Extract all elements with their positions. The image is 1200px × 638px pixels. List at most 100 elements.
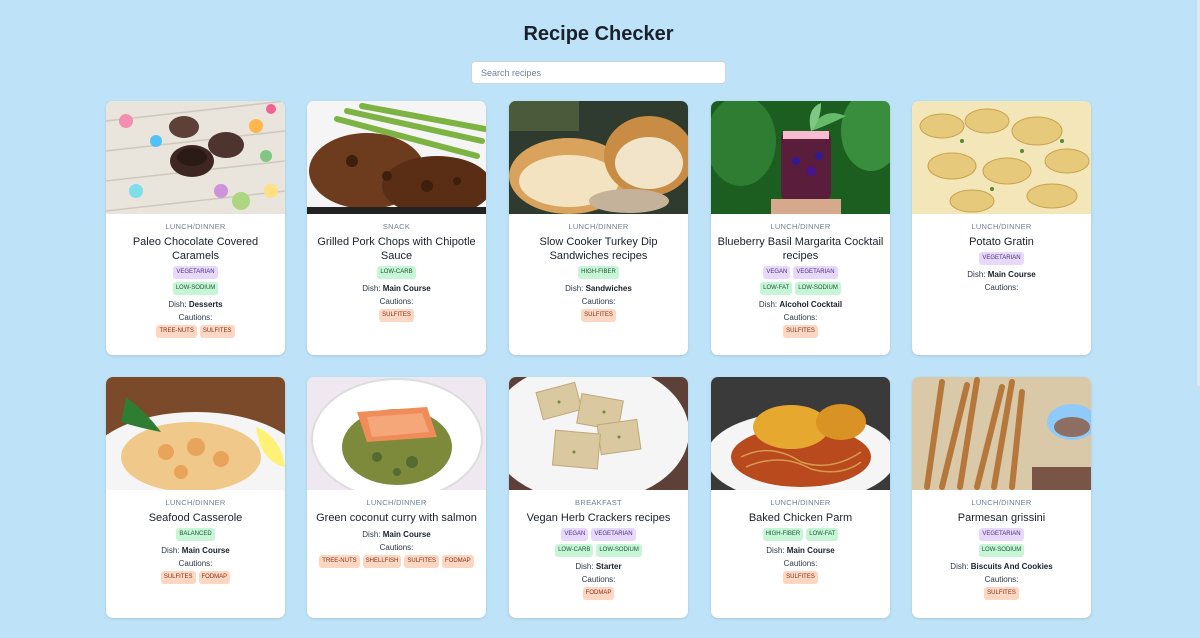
pork-chops-photo xyxy=(307,101,486,214)
caution-label-badge: SULFITES xyxy=(379,309,414,322)
caution-label-badge: TREE-NUTS xyxy=(319,555,360,568)
dish-label: Dish: xyxy=(758,300,780,309)
cautions-label: Cautions: xyxy=(581,297,616,306)
meal-type: LUNCH/DINNER xyxy=(971,222,1032,231)
meal-type: LUNCH/DINNER xyxy=(568,222,629,231)
tag-group: LOW-CARB xyxy=(313,266,480,279)
health-label-badge: VEGAN xyxy=(763,266,791,279)
dish-type: Dish: Main Course xyxy=(313,284,480,293)
dish-label: Dish: xyxy=(161,546,182,555)
meal-type: LUNCH/DINNER xyxy=(770,498,831,507)
tag-group: TREE-NUTS SHELLFISH SULFITES FODMAP xyxy=(313,555,480,568)
dish-label: Dish: xyxy=(362,284,383,293)
recipe-card[interactable]: LUNCH/DINNER Potato Gratin VEGETARIAN Dish:… xyxy=(912,101,1091,355)
tag-group: LOW-CARB LOW-SODIUM xyxy=(515,544,682,557)
tag-group: BALANCED xyxy=(112,528,279,541)
dish-value: Sandwiches xyxy=(585,284,632,293)
meal-type: LUNCH/DINNER xyxy=(770,222,831,231)
recipe-card[interactable]: LUNCH/DINNER Slow Cooker Turkey Dip Sandw… xyxy=(509,101,688,355)
dish-label: Dish: xyxy=(168,300,189,309)
tag-group: SULFITES xyxy=(918,587,1085,600)
caution-label-badge: TREE-NUTS xyxy=(156,325,197,338)
recipe-name[interactable]: Grilled Pork Chops with Chipotle Sauce xyxy=(313,235,480,263)
cautions-label: Cautions: xyxy=(178,313,213,322)
caution-label-badge: FODMAP xyxy=(198,571,231,584)
dish-type: Dish: Alcohol Cocktail xyxy=(717,300,884,309)
dish-value: Alcohol Cocktail xyxy=(779,300,843,309)
recipe-name[interactable]: Potato Gratin xyxy=(918,235,1085,249)
health-label-badge: VEGETARIAN xyxy=(979,528,1024,541)
dish-value: Starter xyxy=(595,562,622,571)
tag-group: VEGAN VEGETARIAN xyxy=(515,528,682,541)
recipe-card[interactable]: LUNCH/DINNER Baked Chicken Parm HIGH-FIBER… xyxy=(711,377,890,618)
diet-label-badge: BALANCED xyxy=(176,528,215,541)
tag-group: SULFITES xyxy=(515,309,682,322)
recipe-name[interactable]: Baked Chicken Parm xyxy=(717,511,884,525)
recipe-card[interactable]: LUNCH/DINNER Paleo Chocolate Covered Cara… xyxy=(106,101,285,355)
chocolate-cups-photo xyxy=(106,101,285,214)
tag-group: VEGAN VEGETARIAN xyxy=(717,266,884,279)
recipe-name[interactable]: Vegan Herb Crackers recipes xyxy=(515,511,682,525)
recipe-name[interactable]: Paleo Chocolate Covered Caramels xyxy=(112,235,279,263)
recipe-name[interactable]: Green coconut curry with salmon xyxy=(313,511,480,525)
cautions-label: Cautions: xyxy=(178,559,213,568)
salmon-curry-photo xyxy=(307,377,486,490)
diet-label-badge: LOW-FAT xyxy=(806,528,839,541)
diet-label-badge: LOW-SODIUM xyxy=(795,282,841,295)
health-label-badge: VEGETARIAN xyxy=(979,252,1024,265)
recipe-card[interactable]: LUNCH/DINNER Blueberry Basil Margarita Co… xyxy=(711,101,890,355)
caution-label-badge: SULFITES xyxy=(404,555,440,568)
caution-label-badge: SULFITES xyxy=(984,587,1019,600)
cautions-label: Cautions: xyxy=(783,559,818,568)
diet-label-badge: LOW-CARB xyxy=(377,266,416,279)
dish-label: Dish: xyxy=(766,546,787,555)
diet-label-badge: LOW-SODIUM xyxy=(172,282,219,295)
recipe-name[interactable]: Blueberry Basil Margarita Cocktail recip… xyxy=(717,235,884,263)
diet-label-badge: HIGH-FIBER xyxy=(762,528,804,541)
recipe-card[interactable]: LUNCH/DINNER Seafood Casserole BALANCED Dis… xyxy=(106,377,285,618)
turkey-sandwich-photo xyxy=(509,101,688,214)
recipe-card[interactable]: LUNCH/DINNER Parmesan grissini VEGETARIAN L… xyxy=(912,377,1091,618)
seafood-casserole-photo xyxy=(106,377,285,490)
meal-type: LUNCH/DINNER xyxy=(366,498,427,507)
meal-type: BREAKFAST xyxy=(575,498,622,507)
dish-value: Biscuits And Cookies xyxy=(970,562,1053,571)
margarita-photo xyxy=(711,101,890,214)
recipe-card[interactable]: BREAKFAST Vegan Herb Crackers recipes VEGA… xyxy=(509,377,688,618)
cautions-label: Cautions: xyxy=(984,283,1019,292)
dish-value: Main Course xyxy=(181,546,230,555)
dish-type: Dish: Main Course xyxy=(918,270,1085,279)
caution-label-badge: SULFITES xyxy=(199,325,235,338)
chicken-parm-photo xyxy=(711,377,890,490)
dish-label: Dish: xyxy=(950,562,971,571)
tag-group: VEGETARIAN xyxy=(918,252,1085,265)
cautions-label: Cautions: xyxy=(581,575,616,584)
dish-label: Dish: xyxy=(565,284,586,293)
page-title: Recipe Checker xyxy=(523,23,674,45)
search-input[interactable] xyxy=(471,61,726,84)
recipe-card[interactable]: SNACK Grilled Pork Chops with Chipotle Sa… xyxy=(307,101,486,355)
caution-label-badge: SULFITES xyxy=(581,309,616,322)
dish-type: Dish: Main Course xyxy=(717,546,884,555)
recipe-name[interactable]: Parmesan grissini xyxy=(918,511,1085,525)
recipe-name[interactable]: Slow Cooker Turkey Dip Sandwiches recipe… xyxy=(515,235,682,263)
recipe-card[interactable]: LUNCH/DINNER Green coconut curry with sal… xyxy=(307,377,486,618)
meal-type: LUNCH/DINNER xyxy=(165,498,226,507)
health-label-badge: VEGETARIAN xyxy=(793,266,838,279)
meal-type: LUNCH/DINNER xyxy=(165,222,226,231)
tag-group: VEGETARIAN xyxy=(112,266,279,279)
meal-type: LUNCH/DINNER xyxy=(971,498,1032,507)
cautions-label: Cautions: xyxy=(379,543,414,552)
recipe-name[interactable]: Seafood Casserole xyxy=(112,511,279,525)
tag-group: FODMAP xyxy=(515,587,682,600)
dish-type: Dish: Main Course xyxy=(112,546,279,555)
cautions-label: Cautions: xyxy=(379,297,414,306)
tag-group: SULFITES xyxy=(313,309,480,322)
tag-group: HIGH-FIBER xyxy=(515,266,682,279)
caution-label-badge: FODMAP xyxy=(442,555,474,568)
tag-group: HIGH-FIBER LOW-FAT xyxy=(717,528,884,541)
diet-label-badge: HIGH-FIBER xyxy=(578,266,619,279)
dish-value: Main Course xyxy=(382,284,431,293)
caution-label-badge: FODMAP xyxy=(582,587,615,600)
dish-value: Main Course xyxy=(786,546,835,555)
